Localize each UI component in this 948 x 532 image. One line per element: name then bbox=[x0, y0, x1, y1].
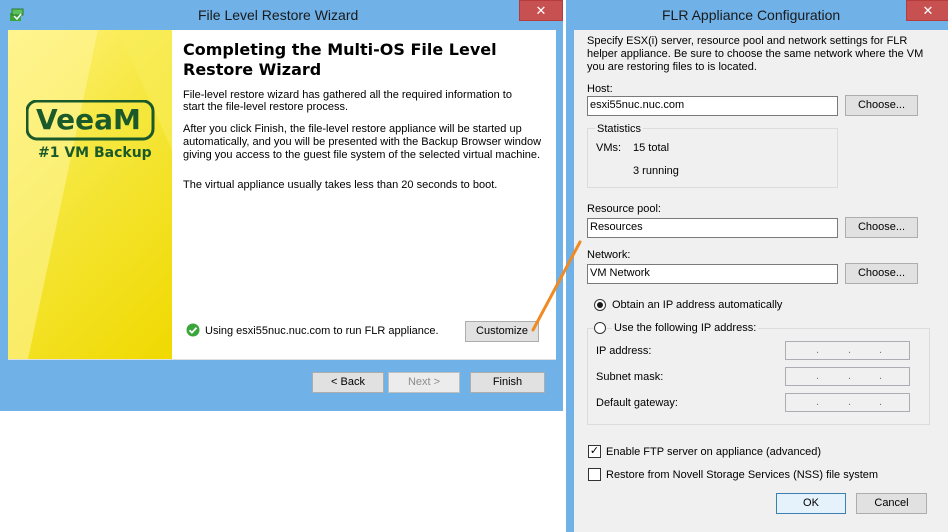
next-button[interactable]: Next > bbox=[388, 372, 460, 393]
flr-desc-line3: you are restoring files to is located. bbox=[587, 61, 757, 73]
wizard-para3: The virtual appliance usually takes less… bbox=[183, 179, 498, 191]
ip-address-field[interactable]: . . . bbox=[785, 341, 910, 360]
use-ip-label[interactable]: Use the following IP address: bbox=[612, 322, 759, 334]
network-field[interactable]: VM Network bbox=[587, 264, 838, 284]
flr-desc-line1: Specify ESX(i) server, resource pool and… bbox=[587, 35, 908, 47]
obtain-ip-radio[interactable] bbox=[594, 299, 606, 311]
wizard-title: File Level Restore Wizard bbox=[198, 7, 359, 23]
wizard-heading-line1: Completing the Multi-OS File Level bbox=[183, 40, 497, 59]
nss-checkbox[interactable] bbox=[588, 468, 601, 481]
statistics-group bbox=[587, 128, 838, 188]
status-text: Using esxi55nuc.nuc.com to run FLR appli… bbox=[205, 325, 439, 337]
ip-dot: . bbox=[816, 370, 820, 382]
veeam-logo-text: VeeaM bbox=[36, 103, 141, 136]
wizard-para2-line3: giving you access to the guest file syst… bbox=[183, 149, 541, 161]
default-gateway-label: Default gateway: bbox=[596, 397, 678, 409]
finish-button[interactable]: Finish bbox=[470, 372, 545, 393]
ok-button[interactable]: OK bbox=[776, 493, 846, 514]
subnet-mask-field[interactable]: . . . bbox=[785, 367, 910, 386]
customize-button[interactable]: Customize bbox=[465, 321, 539, 342]
host-choose-button[interactable]: Choose... bbox=[845, 95, 918, 116]
ip-dot: . bbox=[879, 370, 883, 382]
wizard-app-icon bbox=[9, 7, 25, 23]
resource-pool-label: Resource pool: bbox=[587, 203, 661, 215]
cancel-button[interactable]: Cancel bbox=[856, 493, 927, 514]
enable-ftp-checkbox[interactable]: ✓ bbox=[588, 445, 601, 458]
wizard-close-button[interactable]: ✕ bbox=[519, 0, 563, 21]
ip-dot: . bbox=[848, 396, 852, 408]
wizard-para2-line1: After you click Finish, the file-level r… bbox=[183, 123, 522, 135]
ip-address-label: IP address: bbox=[596, 345, 652, 357]
ip-dot: . bbox=[879, 396, 883, 408]
resource-pool-choose-button[interactable]: Choose... bbox=[845, 217, 918, 238]
wizard-bottom-frame bbox=[0, 403, 563, 411]
default-gateway-field[interactable]: . . . bbox=[785, 393, 910, 412]
wizard-para1-line1: File-level restore wizard has gathered a… bbox=[183, 89, 512, 101]
subnet-mask-label: Subnet mask: bbox=[596, 371, 664, 383]
wizard-banner bbox=[8, 30, 172, 359]
wizard-para1-line2: start the file-level restore process. bbox=[183, 101, 349, 113]
nss-label[interactable]: Restore from Novell Storage Services (NS… bbox=[606, 469, 878, 481]
resource-pool-field[interactable]: Resources bbox=[587, 218, 838, 238]
ip-dot: . bbox=[848, 370, 852, 382]
wizard-heading-line2: Restore Wizard bbox=[183, 60, 322, 79]
ip-dot: . bbox=[879, 344, 883, 356]
vms-running: 3 running bbox=[633, 165, 679, 177]
flr-close-button[interactable]: ✕ bbox=[906, 0, 948, 21]
ip-dot: . bbox=[816, 396, 820, 408]
ip-dot: . bbox=[816, 344, 820, 356]
enable-ftp-label[interactable]: Enable FTP server on appliance (advanced… bbox=[606, 446, 821, 458]
ip-dot: . bbox=[848, 344, 852, 356]
host-label: Host: bbox=[587, 83, 613, 95]
flr-desc-line2: helper appliance. Be sure to choose the … bbox=[587, 48, 924, 60]
wizard-footer-divider bbox=[8, 359, 556, 360]
vms-total: 15 total bbox=[633, 142, 670, 154]
vms-label: VMs: bbox=[596, 142, 622, 154]
obtain-ip-label[interactable]: Obtain an IP address automatically bbox=[612, 299, 782, 311]
flr-title: FLR Appliance Configuration bbox=[662, 7, 841, 23]
back-button[interactable]: < Back bbox=[312, 372, 384, 393]
network-label: Network: bbox=[587, 249, 631, 261]
statistics-label: Statistics bbox=[595, 123, 644, 135]
host-field[interactable]: esxi55nuc.nuc.com bbox=[587, 96, 838, 116]
use-ip-radio[interactable] bbox=[594, 322, 606, 334]
network-choose-button[interactable]: Choose... bbox=[845, 263, 918, 284]
veeam-logo: VeeaM bbox=[25, 99, 156, 142]
wizard-para2-line2: automatically, and you will be presented… bbox=[183, 136, 542, 148]
success-check-icon bbox=[186, 323, 200, 337]
veeam-tagline: #1 VM Backup bbox=[38, 145, 152, 161]
